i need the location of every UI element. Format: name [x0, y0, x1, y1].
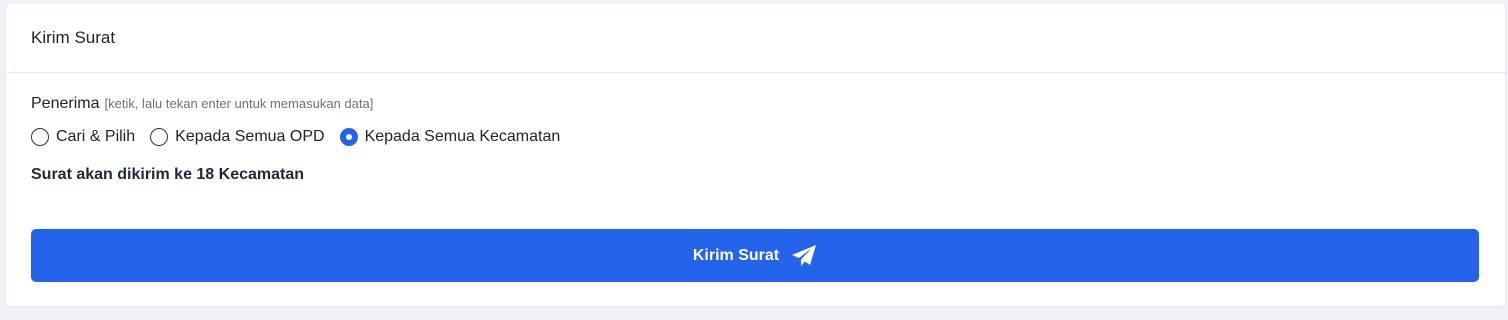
radio-label-cari-pilih: Cari & Pilih	[56, 128, 136, 145]
send-letter-card: Kirim Surat Penerima [ketik, lalu tekan …	[6, 4, 1505, 306]
radio-button-semua-opd[interactable]	[150, 128, 169, 146]
send-letter-button-label: Kirim Surat	[692, 246, 780, 264]
radio-label-semua-kecamatan: Kepada Semua Kecamatan	[364, 128, 561, 145]
paper-plane-icon	[791, 244, 817, 268]
send-letter-button[interactable]: Kirim Surat	[31, 229, 1479, 282]
recipient-label-row: Penerima [ketik, lalu tekan enter untuk …	[31, 95, 1480, 113]
recipient-hint: [ketik, lalu tekan enter untuk memasukan…	[104, 96, 374, 111]
card-body: Penerima [ketik, lalu tekan enter untuk …	[6, 73, 1505, 184]
recipient-radio-group: Cari & Pilih Kepada Semua OPD Kepada Sem…	[31, 126, 1480, 148]
radio-button-cari-pilih[interactable]	[31, 128, 49, 146]
radio-option-semua-kecamatan[interactable]: Kepada Semua Kecamatan	[339, 128, 561, 146]
radio-option-cari-pilih[interactable]: Cari & Pilih	[31, 128, 135, 146]
card-header: Kirim Surat	[6, 4, 1505, 73]
radio-label-semua-opd: Kepada Semua OPD	[175, 128, 325, 145]
radio-button-semua-kecamatan[interactable]	[339, 128, 358, 146]
recipient-summary: Surat akan dikirim ke 18 Kecamatan	[31, 166, 305, 183]
card-title: Kirim Surat	[31, 28, 116, 47]
radio-option-semua-opd[interactable]: Kepada Semua OPD	[150, 128, 325, 146]
recipient-label: Penerima	[31, 95, 100, 112]
